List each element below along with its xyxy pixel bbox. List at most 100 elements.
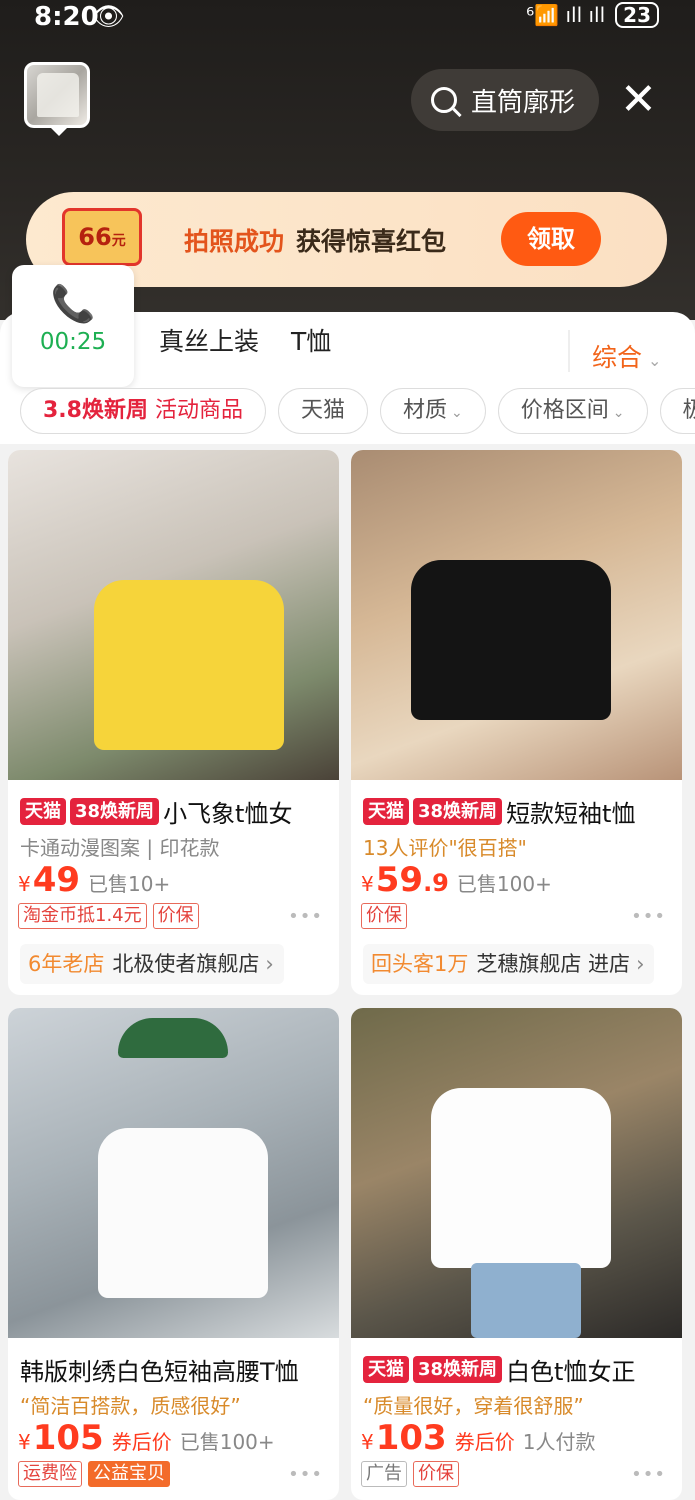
chip-label: 极 xyxy=(682,398,695,423)
price-value: 103 xyxy=(375,1418,447,1458)
sold-count: 已售10+ xyxy=(88,872,171,896)
more-icon[interactable]: ••• xyxy=(631,906,666,927)
signal-icon: ⁶📶 ıll ıll xyxy=(526,3,606,27)
tmall-tag: 天猫 xyxy=(20,798,66,825)
shop-name: 北极使者旗舰店 xyxy=(112,952,260,976)
badge: 运费险 xyxy=(18,1461,82,1487)
product-price: ¥49 已售10+ xyxy=(18,860,170,900)
product-card[interactable]: 天猫 38焕新周 短款短袖t恤 13人评价"很百搭" ¥59.9 已售100+ … xyxy=(351,450,682,995)
badge: 价保 xyxy=(361,903,407,929)
coupon-price-label: 券后价 xyxy=(454,1430,515,1454)
chip-more[interactable]: 极 xyxy=(659,388,695,434)
promo-tag: 38焕新周 xyxy=(413,1356,503,1383)
product-image[interactable] xyxy=(8,450,339,780)
more-icon[interactable]: ••• xyxy=(288,906,323,927)
product-image[interactable] xyxy=(351,1008,682,1338)
currency: ¥ xyxy=(18,1430,31,1454)
title-text: 小飞象t恤女 xyxy=(163,800,293,828)
chip-material[interactable]: 材质 ⌄ xyxy=(380,388,486,434)
sort-dropdown[interactable]: 综合 ⌄ xyxy=(592,338,661,374)
shop-link[interactable]: 回头客1万 芝穗旗舰店 进店 › xyxy=(363,944,655,984)
chip-price-range[interactable]: 价格区间 ⌄ xyxy=(497,388,648,434)
sold-count: 1人付款 xyxy=(522,1430,596,1454)
category-tabs: l 真丝上装 T恤 xyxy=(120,322,331,358)
badge: 价保 xyxy=(152,903,199,929)
product-card[interactable]: 韩版刺绣白色短袖高腰T恤 “简洁百搭款，质感很好” ¥105 券后价 已售100… xyxy=(8,1008,339,1500)
divider xyxy=(568,330,570,372)
price-value: 105 xyxy=(32,1418,104,1458)
product-price: ¥103 券后价 1人付款 xyxy=(361,1418,595,1458)
search-icon xyxy=(431,87,457,113)
currency: ¥ xyxy=(361,872,374,896)
price-value: 59 xyxy=(375,860,424,900)
shop-link[interactable]: 6年老店 北极使者旗舰店 › xyxy=(20,944,284,984)
thumbnail-pointer xyxy=(51,128,67,136)
product-card[interactable]: 天猫 38焕新周 小飞象t恤女 卡通动漫图案 | 印花款 ¥49 已售10+ 淘… xyxy=(8,450,339,995)
badges: 淘金币抵1.4元 价保 xyxy=(18,903,199,929)
search-box[interactable]: 直筒廓形 xyxy=(411,69,599,131)
more-icon[interactable]: ••• xyxy=(631,1464,666,1485)
product-subtitle: 13人评价"很百搭" xyxy=(363,836,527,860)
title-text: 白色t恤女正 xyxy=(506,1358,636,1386)
price-value: 49 xyxy=(32,860,81,900)
more-icon[interactable]: ••• xyxy=(288,1464,323,1485)
claim-button[interactable]: 领取 xyxy=(501,212,601,266)
product-card[interactable]: 天猫 38焕新周 白色t恤女正 “质量很好，穿着很舒服” ¥103 券后价 1人… xyxy=(351,1008,682,1500)
promo-tag: 38焕新周 xyxy=(70,798,160,825)
product-title: 天猫 38焕新周 小飞象t恤女 xyxy=(20,794,332,829)
product-price: ¥59.9 已售100+ xyxy=(361,860,552,900)
category-tab[interactable]: 真丝上装 xyxy=(159,322,259,358)
sold-count: 已售100+ xyxy=(179,1430,275,1454)
chip-label: 材质 xyxy=(403,398,448,423)
coupon-price-label: 券后价 xyxy=(111,1430,172,1454)
phone-icon: 📞 xyxy=(50,284,96,325)
chip-bold: 3.8焕新周 xyxy=(43,398,148,423)
chevron-right-icon: › xyxy=(636,952,645,976)
badges: 运费险 公益宝贝 xyxy=(18,1461,170,1487)
status-time: 8:20 xyxy=(34,2,99,32)
badges: 价保 xyxy=(361,903,407,929)
coupon-unit: 元 xyxy=(111,233,126,249)
chip-label: 活动商品 xyxy=(154,398,243,423)
filter-chips: 3.8焕新周 活动商品 天猫 材质 ⌄ 价格区间 ⌄ 极 xyxy=(20,388,695,434)
promo-text: 获得惊喜红包 xyxy=(296,227,447,256)
badge: 淘金币抵1.4元 xyxy=(18,903,147,929)
product-subtitle: “简洁百搭款，质感很好” xyxy=(20,1394,241,1418)
shop-highlight: 6年老店 xyxy=(28,952,105,976)
photo-thumbnail[interactable] xyxy=(24,62,90,128)
chip-tmall[interactable]: 天猫 xyxy=(278,388,369,434)
promo-highlight: 拍照成功 xyxy=(184,227,285,256)
currency: ¥ xyxy=(18,872,31,896)
product-price: ¥105 券后价 已售100+ xyxy=(18,1418,275,1458)
shop-name: 芝穗旗舰店 进店 xyxy=(476,952,631,976)
category-tab[interactable]: T恤 xyxy=(291,322,331,358)
tmall-tag: 天猫 xyxy=(363,1356,409,1383)
badge: 公益宝贝 xyxy=(88,1461,170,1487)
close-icon[interactable]: ✕ xyxy=(620,78,657,122)
chip-activity[interactable]: 3.8焕新周 活动商品 xyxy=(20,388,266,434)
coupon-icon: 66元 xyxy=(62,208,142,266)
shop-highlight: 回头客1万 xyxy=(371,952,469,976)
ad-badge: 广告 xyxy=(361,1461,407,1487)
product-image[interactable] xyxy=(8,1008,339,1338)
promo-tag: 38焕新周 xyxy=(413,798,503,825)
currency: ¥ xyxy=(361,1430,374,1454)
price-decimal: .9 xyxy=(423,869,449,897)
eye-icon: 👁 xyxy=(92,2,126,32)
product-image[interactable] xyxy=(351,450,682,780)
chip-label: 价格区间 xyxy=(520,398,609,423)
battery-icon: 23 xyxy=(615,2,659,28)
sold-count: 已售100+ xyxy=(456,872,552,896)
chevron-down-icon: ⌄ xyxy=(648,351,662,370)
sort-label: 综合 xyxy=(592,343,643,372)
chevron-down-icon: ⌄ xyxy=(451,405,463,421)
chip-label: 天猫 xyxy=(301,398,346,423)
title-text: 短款短袖t恤 xyxy=(506,800,636,828)
badge: 价保 xyxy=(413,1461,459,1487)
title-text: 韩版刺绣白色短袖高腰T恤 xyxy=(20,1358,299,1386)
tmall-tag: 天猫 xyxy=(363,798,409,825)
call-floating-widget[interactable]: 📞 00:25 xyxy=(12,265,134,387)
badges: 广告 价保 xyxy=(361,1461,459,1487)
chevron-right-icon: › xyxy=(265,952,274,976)
product-title: 天猫 38焕新周 白色t恤女正 xyxy=(363,1352,675,1387)
